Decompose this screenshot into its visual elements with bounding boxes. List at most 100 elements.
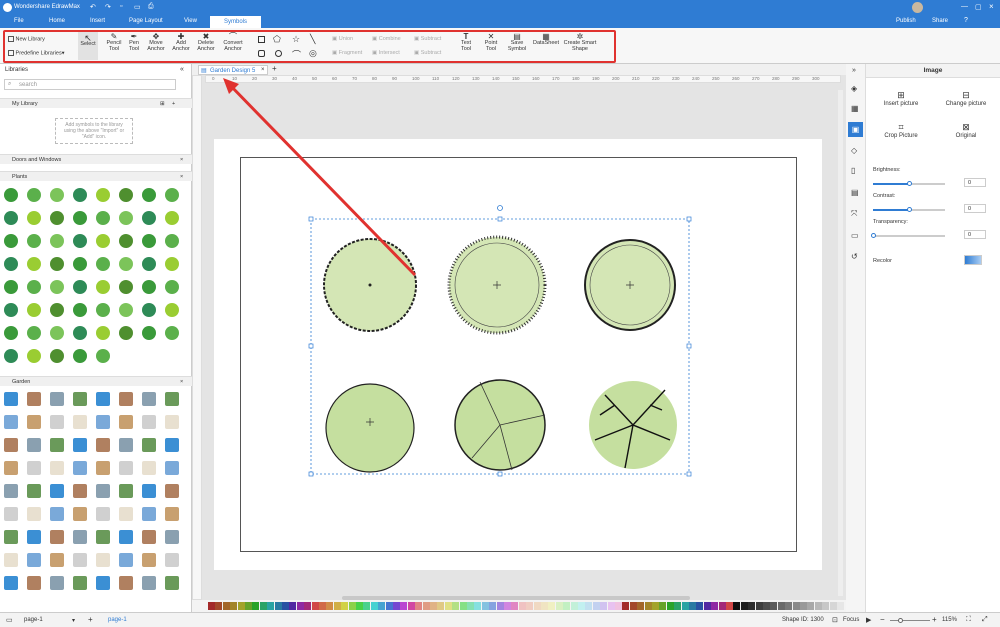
color-swatch[interactable] bbox=[304, 602, 312, 610]
color-swatch[interactable] bbox=[356, 602, 363, 610]
color-swatch[interactable] bbox=[393, 602, 400, 610]
color-swatch[interactable] bbox=[637, 602, 645, 610]
plant-library-symbol[interactable] bbox=[27, 188, 41, 202]
garden-library-symbol[interactable] bbox=[165, 553, 179, 567]
plant-library-symbol[interactable] bbox=[50, 188, 64, 202]
plant-library-symbol[interactable] bbox=[142, 326, 156, 340]
color-swatch[interactable] bbox=[696, 602, 704, 610]
menu-file[interactable]: File bbox=[10, 18, 28, 24]
color-swatch[interactable] bbox=[585, 602, 593, 610]
garden-library-symbol[interactable] bbox=[165, 576, 179, 590]
plant-library-symbol[interactable] bbox=[50, 303, 64, 317]
garden-library-symbol[interactable] bbox=[4, 553, 18, 567]
color-swatch[interactable] bbox=[311, 602, 319, 610]
color-swatch[interactable] bbox=[296, 602, 304, 610]
garden-library-symbol[interactable] bbox=[142, 507, 156, 521]
garden-library-symbol[interactable] bbox=[73, 438, 87, 452]
close-section-icon[interactable]: × bbox=[180, 155, 183, 165]
menu-page-layout[interactable]: Page Layout bbox=[125, 18, 167, 24]
garden-library-symbol[interactable] bbox=[96, 415, 110, 429]
color-swatch[interactable] bbox=[770, 602, 778, 610]
color-swatch[interactable] bbox=[763, 602, 770, 610]
color-swatch[interactable] bbox=[481, 602, 489, 610]
plant-library-symbol[interactable] bbox=[27, 349, 41, 363]
focus-icon[interactable]: ⊡ bbox=[832, 616, 838, 624]
plant-library-symbol[interactable] bbox=[119, 234, 133, 248]
layers-icon[interactable]: ◇ bbox=[851, 146, 857, 155]
plant-library-symbol[interactable] bbox=[27, 326, 41, 340]
color-swatch[interactable] bbox=[459, 602, 467, 610]
garden-library-symbol[interactable] bbox=[4, 392, 18, 406]
color-swatch[interactable] bbox=[282, 602, 289, 610]
garden-library-symbol[interactable] bbox=[119, 553, 133, 567]
color-swatch[interactable] bbox=[319, 602, 326, 610]
plant-library-symbol[interactable] bbox=[119, 188, 133, 202]
garden-library-symbol[interactable] bbox=[96, 484, 110, 498]
garden-library-symbol[interactable] bbox=[4, 461, 18, 475]
garden-library-symbol[interactable] bbox=[142, 461, 156, 475]
garden-library-symbol[interactable] bbox=[96, 438, 110, 452]
plant-library-symbol[interactable] bbox=[119, 257, 133, 271]
plant-library-symbol[interactable] bbox=[119, 326, 133, 340]
garden-library-symbol[interactable] bbox=[142, 438, 156, 452]
garden-library-symbol[interactable] bbox=[96, 392, 110, 406]
color-swatch[interactable] bbox=[489, 602, 497, 610]
plant-symbol-5[interactable] bbox=[454, 379, 546, 471]
garden-library-symbol[interactable] bbox=[73, 461, 87, 475]
color-swatch[interactable] bbox=[348, 602, 356, 610]
search-input[interactable]: search bbox=[19, 82, 37, 88]
garden-library-symbol[interactable] bbox=[73, 415, 87, 429]
brightness-value[interactable]: 0 bbox=[964, 178, 986, 187]
publish-button[interactable]: Publish bbox=[896, 18, 916, 24]
color-swatch[interactable] bbox=[578, 602, 585, 610]
insert-picture-button[interactable]: ⊞ Insert picture bbox=[876, 90, 926, 107]
save-icon[interactable]: ▫ bbox=[120, 3, 122, 10]
plant-symbol-6[interactable] bbox=[589, 381, 677, 469]
color-swatch[interactable] bbox=[341, 602, 349, 610]
color-swatch[interactable] bbox=[378, 602, 386, 610]
garden-library-symbol[interactable] bbox=[142, 392, 156, 406]
color-swatch[interactable] bbox=[511, 602, 519, 610]
page-icon[interactable]: ▯ bbox=[851, 166, 855, 175]
color-swatch[interactable] bbox=[659, 602, 667, 610]
color-swatch[interactable] bbox=[733, 602, 741, 610]
crop-picture-button[interactable]: ⌗ Crop Picture bbox=[876, 122, 926, 139]
plant-library-symbol[interactable] bbox=[96, 349, 110, 363]
plant-library-symbol[interactable] bbox=[165, 211, 179, 225]
garden-library-symbol[interactable] bbox=[73, 530, 87, 544]
plant-library-symbol[interactable] bbox=[4, 349, 18, 363]
rotate-handle-icon[interactable] bbox=[497, 205, 503, 211]
color-swatch[interactable] bbox=[563, 602, 571, 610]
color-swatch[interactable] bbox=[245, 602, 252, 610]
color-swatch[interactable] bbox=[592, 602, 600, 610]
color-swatch[interactable] bbox=[629, 602, 637, 610]
color-swatch[interactable] bbox=[689, 602, 696, 610]
close-section-icon[interactable]: × bbox=[180, 377, 183, 387]
contrast-slider-knob[interactable] bbox=[907, 207, 912, 212]
garden-library-symbol[interactable] bbox=[73, 507, 87, 521]
color-swatch[interactable] bbox=[726, 602, 733, 610]
add-page-icon[interactable]: + bbox=[88, 615, 93, 624]
plant-library-symbol[interactable] bbox=[27, 303, 41, 317]
garden-library-symbol[interactable] bbox=[119, 392, 133, 406]
plant-library-symbol[interactable] bbox=[142, 234, 156, 248]
garden-library-symbol[interactable] bbox=[27, 461, 41, 475]
plant-library-symbol[interactable] bbox=[142, 211, 156, 225]
color-swatch[interactable] bbox=[400, 602, 408, 610]
plant-library-symbol[interactable] bbox=[50, 211, 64, 225]
plant-library-symbol[interactable] bbox=[4, 326, 18, 340]
fit-icon[interactable]: ⤧ bbox=[851, 209, 857, 219]
garden-library-symbol[interactable] bbox=[50, 392, 64, 406]
plant-library-symbol[interactable] bbox=[142, 303, 156, 317]
plant-library-symbol[interactable] bbox=[4, 234, 18, 248]
color-swatch[interactable] bbox=[785, 602, 793, 610]
plant-library-symbol[interactable] bbox=[73, 349, 87, 363]
color-swatch[interactable] bbox=[385, 602, 393, 610]
garden-library-symbol[interactable] bbox=[165, 530, 179, 544]
color-swatch[interactable] bbox=[289, 602, 297, 610]
garden-library-symbol[interactable] bbox=[96, 553, 110, 567]
menu-home[interactable]: Home bbox=[45, 18, 69, 24]
color-swatch[interactable] bbox=[496, 602, 504, 610]
garden-library-symbol[interactable] bbox=[50, 530, 64, 544]
plant-library-symbol[interactable] bbox=[50, 234, 64, 248]
